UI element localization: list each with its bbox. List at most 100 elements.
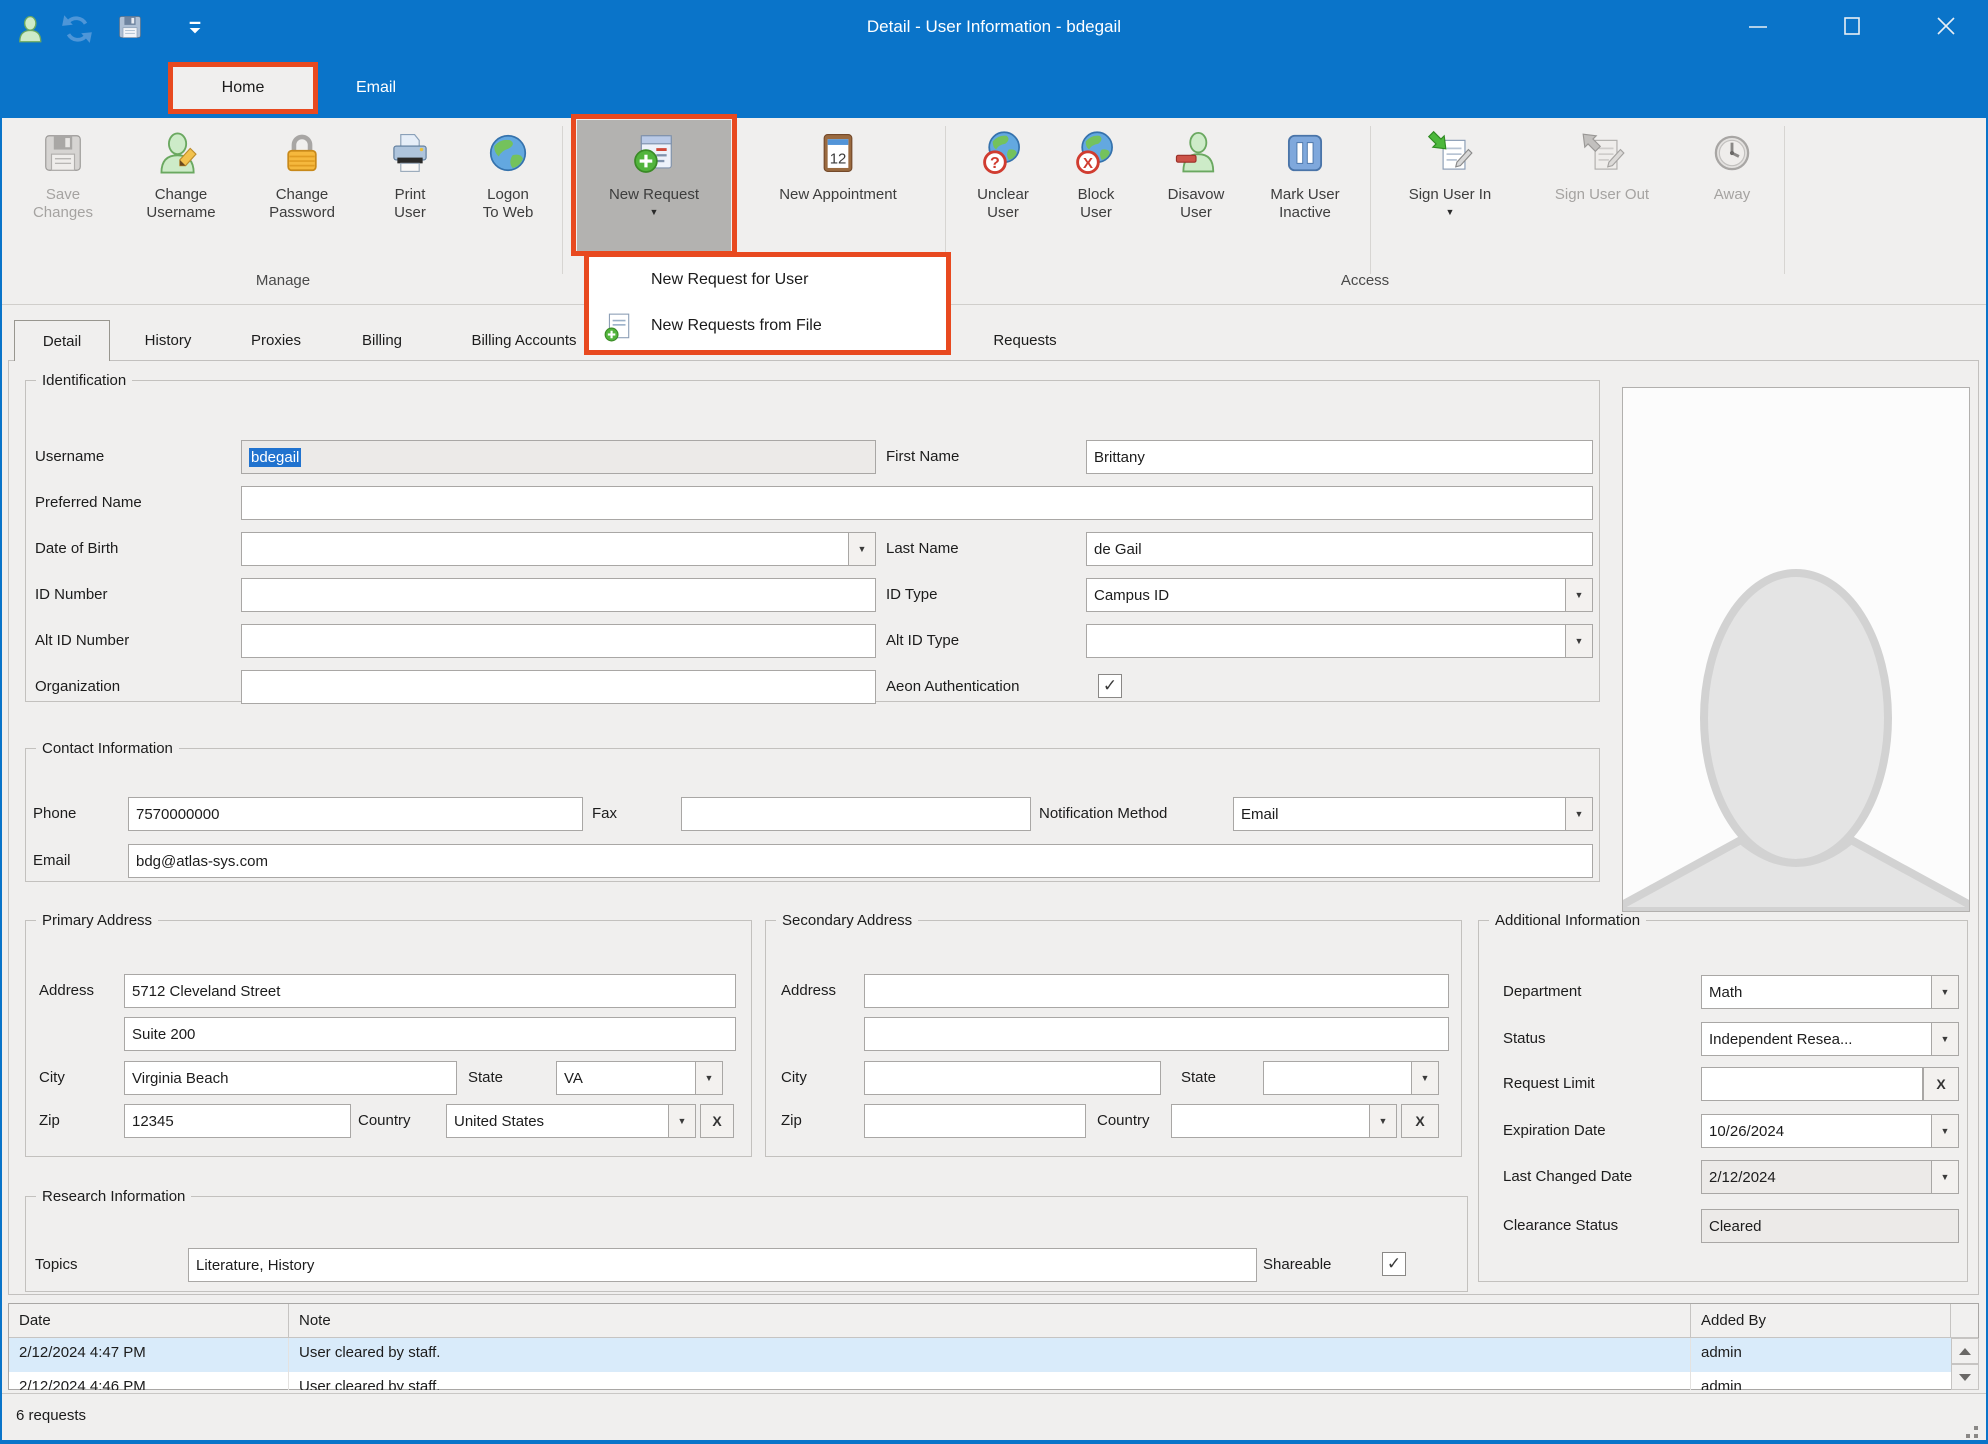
shareable-checkbox[interactable]: ✓ [1382,1252,1406,1276]
save-changes-button[interactable]: Save Changes [18,120,108,252]
department-combo[interactable]: Math▼ [1701,975,1959,1009]
change-password-button[interactable]: Change Password [250,120,354,252]
preferred-name-field[interactable] [241,486,1593,520]
sign-user-in-button[interactable]: Sign User In ▼ [1384,120,1516,252]
secondary-city-field[interactable] [864,1061,1161,1095]
unclear-user-button[interactable]: ? Unclear User [956,120,1050,252]
window-title: Detail - User Information - bdegail [0,17,1988,37]
chevron-down-icon[interactable]: ▼ [1565,625,1592,657]
sign-user-out-button[interactable]: Sign User Out [1522,120,1682,252]
chevron-down-icon[interactable]: ▼ [848,533,875,565]
note-date-cell[interactable]: 2/12/2024 4:46 PM [9,1372,289,1390]
username-label: Username [35,448,104,465]
note-text-cell[interactable]: User cleared by staff. [289,1372,1691,1390]
clearance-status-label: Clearance Status [1503,1217,1618,1234]
secondary-address-line1-field[interactable] [864,974,1449,1008]
status-combo[interactable]: Independent Resea...▼ [1701,1022,1959,1056]
secondary-address-group: Secondary Address Address City State ▼ Z… [765,912,1462,1157]
new-request-dropdown-arrow-icon[interactable]: ▼ [650,208,659,217]
column-header-date[interactable]: Date [9,1304,289,1338]
alt-id-number-field[interactable] [241,624,876,658]
tab-requests[interactable]: Requests [960,320,1090,361]
note-added-by-cell[interactable]: admin [1691,1338,1951,1372]
save-changes-icon [40,128,86,178]
secondary-zip-field[interactable] [864,1104,1086,1138]
away-button[interactable]: Away [1690,120,1774,252]
request-limit-field[interactable] [1701,1067,1923,1101]
id-type-combo[interactable]: Campus ID▼ [1086,578,1593,612]
address-label: Address [781,982,836,999]
secondary-country-clear-button[interactable]: X [1401,1104,1439,1138]
id-number-field[interactable] [241,578,876,612]
secondary-address-line2-field[interactable] [864,1017,1449,1051]
primary-city-field[interactable]: Virginia Beach [124,1061,457,1095]
expiration-date-combo[interactable]: 10/26/2024▼ [1701,1114,1959,1148]
chevron-down-icon[interactable]: ▼ [1565,798,1592,830]
print-user-button[interactable]: Print User [362,120,458,252]
username-field[interactable]: bdegail [241,440,876,474]
scroll-down-button[interactable] [1951,1364,1979,1390]
secondary-country-combo[interactable]: ▼ [1171,1104,1397,1138]
new-request-button[interactable]: New Request ▼ [577,120,731,252]
disavow-user-button[interactable]: Disavow User [1142,120,1250,252]
minimize-button[interactable] [1728,0,1788,56]
organization-field[interactable] [241,670,876,704]
chevron-down-icon[interactable]: ▼ [1931,1115,1958,1147]
notification-method-combo[interactable]: Email▼ [1233,797,1593,831]
primary-country-clear-button[interactable]: X [700,1104,734,1138]
phone-field[interactable]: 7570000000 [128,797,583,831]
primary-state-combo[interactable]: VA▼ [556,1061,723,1095]
preferred-name-label: Preferred Name [35,494,142,511]
logon-to-web-button[interactable]: Logon To Web [460,120,556,252]
email-field[interactable]: bdg@atlas-sys.com [128,844,1593,878]
tab-detail[interactable]: Detail [14,320,110,361]
menu-item-new-request-for-user[interactable]: New Request for User [589,257,946,303]
last-name-field[interactable]: de Gail [1086,532,1593,566]
tab-proxies[interactable]: Proxies [226,320,326,361]
country-label: Country [358,1112,411,1129]
note-added-by-cell[interactable]: admin [1691,1372,1951,1390]
chevron-down-icon[interactable]: ▼ [1931,976,1958,1008]
scroll-up-button[interactable] [1951,1338,1979,1364]
note-text-cell[interactable]: User cleared by staff. [289,1338,1691,1372]
sign-user-in-dropdown-arrow-icon[interactable]: ▼ [1446,208,1455,217]
primary-address-line2-field[interactable]: Suite 200 [124,1017,736,1051]
column-header-note[interactable]: Note [289,1304,1691,1338]
chevron-down-icon[interactable]: ▼ [1931,1023,1958,1055]
note-date-cell[interactable]: 2/12/2024 4:47 PM [9,1338,289,1372]
change-username-button[interactable]: Change Username [116,120,246,252]
chevron-down-icon[interactable]: ▼ [1931,1161,1958,1193]
chevron-down-icon[interactable]: ▼ [1369,1105,1396,1137]
column-header-added-by[interactable]: Added By [1691,1304,1951,1338]
menu-item-new-requests-from-file[interactable]: New Requests from File [589,303,946,349]
date-of-birth-label: Date of Birth [35,540,118,557]
primary-zip-field[interactable]: 12345 [124,1104,351,1138]
chevron-down-icon[interactable]: ▼ [695,1062,722,1094]
date-of-birth-field[interactable]: ▼ [241,532,876,566]
new-appointment-button[interactable]: 12 New Appointment [740,120,936,252]
first-name-field[interactable]: Brittany [1086,440,1593,474]
primary-address-line1-field[interactable]: 5712 Cleveland Street [124,974,736,1008]
resize-grip-icon[interactable] [1974,1426,1978,1430]
close-button[interactable] [1916,0,1976,56]
chevron-down-icon[interactable]: ▼ [668,1105,695,1137]
secondary-state-combo[interactable]: ▼ [1263,1061,1439,1095]
chevron-down-icon[interactable]: ▼ [1565,579,1592,611]
chevron-down-icon[interactable]: ▼ [1411,1062,1438,1094]
maximize-button[interactable] [1822,0,1882,56]
topics-field[interactable]: Literature, History [188,1248,1257,1282]
last-changed-date-combo[interactable]: 2/12/2024▼ [1701,1160,1959,1194]
request-limit-clear-button[interactable]: X [1923,1067,1959,1101]
tab-home[interactable]: Home [168,62,318,114]
aeon-authentication-checkbox[interactable]: ✓ [1098,674,1122,698]
tab-history[interactable]: History [118,320,218,361]
mark-user-inactive-button[interactable]: Mark User Inactive [1250,120,1360,252]
alt-id-type-combo[interactable]: ▼ [1086,624,1593,658]
username-value: bdegail [249,448,301,467]
tab-email[interactable]: Email [332,68,420,108]
block-user-button[interactable]: X Block User [1054,120,1138,252]
fax-field[interactable] [681,797,1031,831]
primary-country-combo[interactable]: United States▼ [446,1104,696,1138]
tab-billing[interactable]: Billing [334,320,430,361]
primary-address-legend: Primary Address [36,912,158,929]
